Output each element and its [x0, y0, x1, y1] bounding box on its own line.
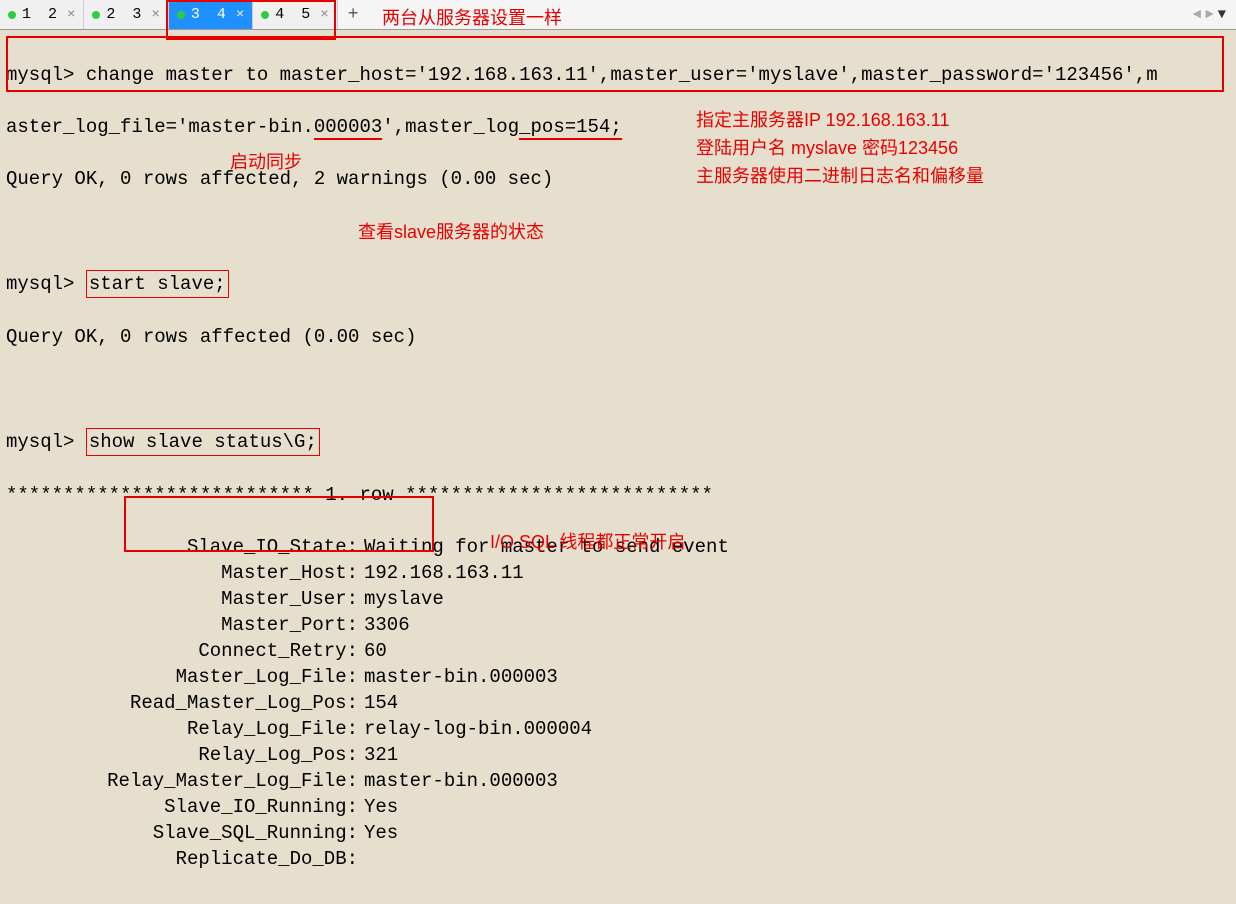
new-tab-button[interactable]: + — [338, 0, 369, 29]
nav-right-icon[interactable]: ► — [1205, 7, 1213, 23]
status-value: relay-log-bin.000004 — [364, 716, 1230, 742]
cmd-change-master-2d: _ — [519, 116, 530, 140]
prompt: mysql> — [6, 64, 74, 86]
close-icon[interactable]: × — [67, 7, 75, 23]
nav-down-icon[interactable]: ▼ — [1218, 7, 1226, 23]
terminal-output[interactable]: mysql> change master to master_host='192… — [0, 30, 1236, 904]
status-dot-icon — [177, 11, 185, 19]
result-line: Query OK, 0 rows affected, 2 warnings (0… — [6, 166, 1230, 192]
status-dot-icon — [261, 11, 269, 19]
tab-2[interactable]: 2 3 × — [84, 0, 168, 29]
tab-label: 3 4 — [191, 6, 230, 23]
status-key: Master_Port: — [6, 612, 364, 638]
status-row: Master_Port:3306 — [6, 612, 1230, 638]
status-key: Read_Master_Log_Pos: — [6, 690, 364, 716]
cmd-change-master-2e: pos=154; — [531, 116, 622, 140]
status-key: Relay_Master_Log_File: — [6, 768, 364, 794]
cmd-show-slave: show slave status\G; — [86, 428, 320, 456]
tab-4[interactable]: 4 5 × — [253, 0, 337, 29]
status-row: Master_Host:192.168.163.11 — [6, 560, 1230, 586]
tab-1[interactable]: 1 2 × — [0, 0, 84, 29]
status-row: Connect_Retry:60 — [6, 638, 1230, 664]
tab-nav-arrows: ◄ ► ▼ — [1193, 0, 1236, 29]
status-value: master-bin.000003 — [364, 768, 1230, 794]
status-dot-icon — [8, 11, 16, 19]
close-icon[interactable]: × — [320, 7, 328, 23]
status-value: Yes — [364, 794, 1230, 820]
status-key: Relay_Log_Pos: — [6, 742, 364, 768]
status-value: 3306 — [364, 612, 1230, 638]
row-header: *************************** 1. row *****… — [6, 482, 1230, 508]
status-row: Relay_Master_Log_File:master-bin.000003 — [6, 768, 1230, 794]
status-value: myslave — [364, 586, 1230, 612]
status-row: Relay_Log_File:relay-log-bin.000004 — [6, 716, 1230, 742]
nav-left-icon[interactable]: ◄ — [1193, 7, 1201, 23]
status-value: Waiting for master to send event — [364, 534, 1230, 560]
slave-status-table: Slave_IO_State:Waiting for master to sen… — [6, 534, 1230, 872]
close-icon[interactable]: × — [236, 7, 244, 23]
status-row: Replicate_Do_DB: — [6, 846, 1230, 872]
cmd-change-master-1: change master to master_host='192.168.16… — [86, 64, 1158, 86]
status-value: 60 — [364, 638, 1230, 664]
status-value: 154 — [364, 690, 1230, 716]
status-value: 192.168.163.11 — [364, 560, 1230, 586]
status-key: Master_Host: — [6, 560, 364, 586]
status-row: Relay_Log_Pos:321 — [6, 742, 1230, 768]
status-key: Relay_Log_File: — [6, 716, 364, 742]
status-row: Master_Log_File:master-bin.000003 — [6, 664, 1230, 690]
tab-label: 4 5 — [275, 6, 314, 23]
status-key: Connect_Retry: — [6, 638, 364, 664]
status-row: Slave_IO_State:Waiting for master to sen… — [6, 534, 1230, 560]
status-key: Slave_IO_State: — [6, 534, 364, 560]
cmd-start-slave: start slave; — [86, 270, 229, 298]
tab-bar: 1 2 × 2 3 × 3 4 × 4 5 × + ◄ ► ▼ — [0, 0, 1236, 30]
status-value: master-bin.000003 — [364, 664, 1230, 690]
status-key: Master_User: — [6, 586, 364, 612]
tab-3[interactable]: 3 4 × — [169, 0, 253, 29]
prompt: mysql> — [6, 431, 74, 453]
status-row: Slave_IO_Running:Yes — [6, 794, 1230, 820]
status-dot-icon — [92, 11, 100, 19]
status-value: 321 — [364, 742, 1230, 768]
prompt: mysql> — [6, 273, 74, 295]
tab-label: 2 3 — [106, 6, 145, 23]
tab-label: 1 2 — [22, 6, 61, 23]
status-value — [364, 846, 1230, 872]
cmd-change-master-2a: aster_log_file='master-bin. — [6, 116, 314, 138]
status-key: Slave_SQL_Running: — [6, 820, 364, 846]
close-icon[interactable]: × — [151, 7, 159, 23]
status-key: Replicate_Do_DB: — [6, 846, 364, 872]
status-row: Read_Master_Log_Pos:154 — [6, 690, 1230, 716]
cmd-change-master-2c: ',master_log — [382, 116, 519, 138]
status-key: Master_Log_File: — [6, 664, 364, 690]
cmd-change-master-2b: 000003 — [314, 116, 382, 140]
status-row: Master_User:myslave — [6, 586, 1230, 612]
status-value: Yes — [364, 820, 1230, 846]
status-key: Slave_IO_Running: — [6, 794, 364, 820]
result-line: Query OK, 0 rows affected (0.00 sec) — [6, 324, 1230, 350]
status-row: Slave_SQL_Running:Yes — [6, 820, 1230, 846]
